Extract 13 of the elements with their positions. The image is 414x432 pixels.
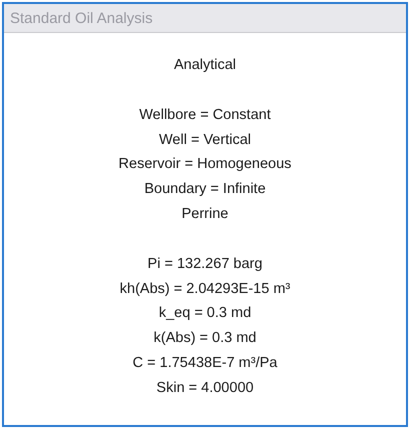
result-line: Boundary = Infinite bbox=[144, 180, 266, 200]
result-line: k(Abs) = 0.3 md bbox=[154, 329, 256, 348]
result-line: Perrine bbox=[182, 204, 228, 224]
result-line: Wellbore = Constant bbox=[139, 106, 271, 125]
result-line: Well = Vertical bbox=[158, 130, 251, 150]
result-line: C = 1.75438E-7 m³/Pa bbox=[132, 354, 278, 373]
result-line: Analytical bbox=[174, 56, 236, 75]
result-line: k_eq = 0.3 md bbox=[158, 304, 252, 324]
result-line: Pi = 132.267 barg bbox=[148, 254, 262, 274]
window-title: Standard Oil Analysis bbox=[10, 10, 153, 26]
result-line: Reservoir = Homogeneous bbox=[118, 155, 292, 174]
result-line: kh(Abs) = 2.04293E-15 m³ bbox=[120, 280, 290, 299]
result-line: Skin = 4.00000 bbox=[156, 378, 254, 398]
